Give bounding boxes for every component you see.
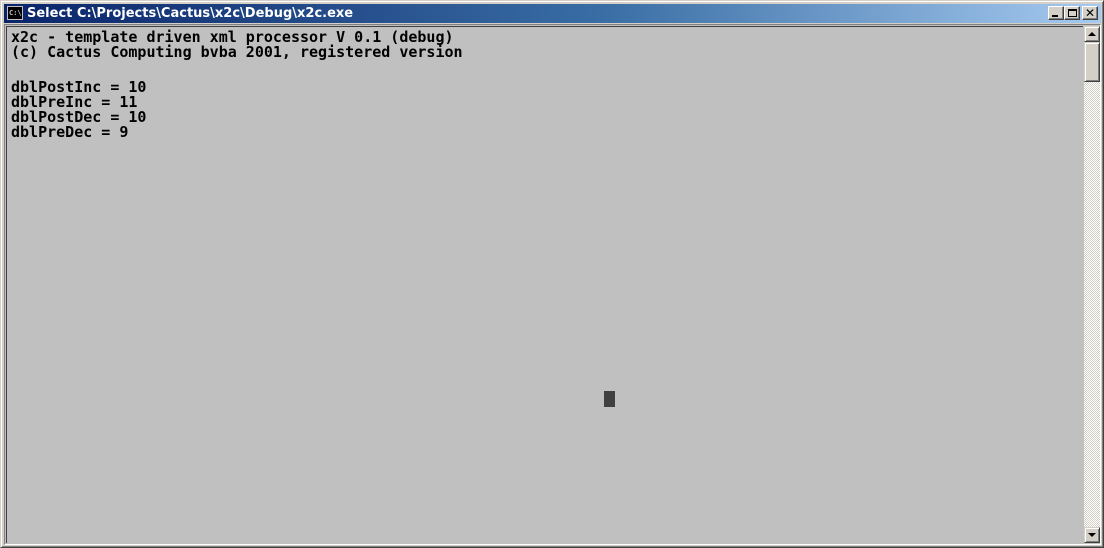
maximize-button[interactable] xyxy=(1064,6,1080,20)
console-icon[interactable]: C:\ xyxy=(7,6,23,20)
close-button[interactable]: ✕ xyxy=(1082,6,1098,20)
scroll-thumb[interactable] xyxy=(1084,42,1100,82)
scroll-down-arrow-icon xyxy=(1088,533,1096,537)
window-title: Select C:\Projects\Cactus\x2c\Debug\x2c.… xyxy=(27,6,354,21)
scroll-up-button[interactable] xyxy=(1084,26,1100,42)
console-window: C:\ Select C:\Projects\Cactus\x2c\Debug\… xyxy=(0,0,1104,548)
close-icon: ✕ xyxy=(1084,6,1096,20)
vertical-scrollbar[interactable] xyxy=(1084,26,1100,543)
minimize-icon xyxy=(1052,15,1058,17)
console-area[interactable]: x2c - template driven xml processor V 0.… xyxy=(4,24,1101,545)
scroll-down-button[interactable] xyxy=(1084,527,1100,543)
console-line: (c) Cactus Computing bvba 2001, register… xyxy=(11,43,463,61)
maximize-icon xyxy=(1068,9,1077,17)
text-cursor xyxy=(604,391,615,407)
scroll-up-arrow-icon xyxy=(1088,32,1096,36)
console-line: dblPreDec = 9 xyxy=(11,123,129,141)
console-output[interactable]: x2c - template driven xml processor V 0.… xyxy=(6,26,1083,543)
title-bar[interactable]: C:\ Select C:\Projects\Cactus\x2c\Debug\… xyxy=(4,4,1101,23)
minimize-button[interactable] xyxy=(1048,6,1064,20)
